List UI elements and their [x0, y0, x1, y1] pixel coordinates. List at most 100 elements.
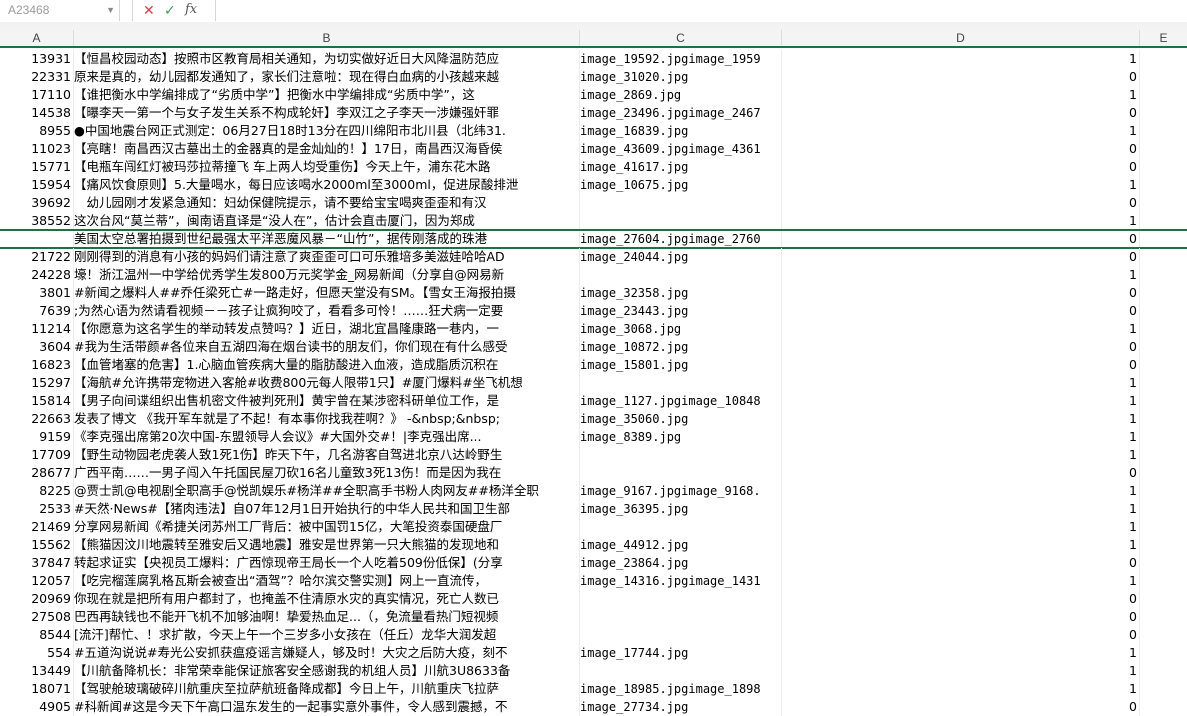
- cell-d[interactable]: 0: [782, 608, 1140, 626]
- name-box[interactable]: A23468 ▼: [0, 0, 120, 21]
- cell-a[interactable]: 13449: [0, 662, 74, 680]
- cell-d[interactable]: 0: [782, 158, 1140, 176]
- cell-d[interactable]: 1: [782, 662, 1140, 680]
- cell-e[interactable]: [1140, 500, 1187, 518]
- cell-c[interactable]: image_10872.jpg: [580, 338, 782, 356]
- cell-b[interactable]: 原来是真的，幼儿园都发通知了，家长们注意啦：现在得白血病的小孩越来越: [74, 68, 580, 86]
- cell-b[interactable]: 【亮瞎！南昌西汉古墓出土的金器真的是金灿灿的！】17日，南昌西汉海昏侯: [74, 140, 580, 158]
- table-row[interactable]: 13449 【川航备降机长：非常荣幸能保证旅客安全感谢我的机组人员】川航3U863…: [0, 662, 1187, 680]
- table-row[interactable]: 7639 ;为然心语为然请看视频－－孩子让疯狗咬了，看看多可怜！……狂犬病一定要 i…: [0, 302, 1187, 320]
- cell-d[interactable]: 1: [782, 86, 1140, 104]
- table-row[interactable]: 38552 这次台风“莫兰蒂”，闽南语直译是“没人在”，估计会直击厦门，因为郑成 1: [0, 212, 1187, 230]
- cell-b[interactable]: 《李克强出席第20次中国-东盟领导人会议》#大国外交#！|李克强出席...: [74, 428, 580, 446]
- cell-c[interactable]: [580, 266, 782, 284]
- table-row[interactable]: 2533 #天然·News#【猪肉违法】自07年12月1日开始执行的中华人民共和国…: [0, 500, 1187, 518]
- table-row[interactable]: 9159 《李克强出席第20次中国-东盟领导人会议》#大国外交#！|李克强出席..…: [0, 428, 1187, 446]
- cell-d[interactable]: 1: [782, 572, 1140, 590]
- table-row[interactable]: 37847 转起求证实【央视员工爆料：广西惊现帝王局长一个人吃着509份低保】(分…: [0, 554, 1187, 572]
- cell-a[interactable]: [0, 231, 74, 247]
- cell-b[interactable]: #新闻之爆料人##乔任梁死亡#一路走好，但愿天堂没有SM。【雪女王海报拍摄: [74, 284, 580, 302]
- cell-b[interactable]: 刚刚得到的消息有小孩的妈妈们请注意了爽歪歪可口可乐雅培多美滋娃哈哈AD: [74, 248, 580, 266]
- cell-a[interactable]: 38552: [0, 212, 74, 230]
- cell-d[interactable]: 0: [782, 302, 1140, 320]
- cell-c[interactable]: [580, 464, 782, 482]
- table-row[interactable]: 21469 分享网易新闻《希捷关闭苏州工厂背后：被中国罚15亿，大笔投资泰国硬盘厂…: [0, 518, 1187, 536]
- table-row[interactable]: 27508 巴西再缺钱也不能开飞机不加够油啊！挚爱热血足...（，免流量看热门短视…: [0, 608, 1187, 626]
- cell-c[interactable]: image_24044.jpg: [580, 248, 782, 266]
- table-row[interactable]: 28677 广西平南……一男子闯入午托国民屋刀砍16名儿童致3死13伤！而是因为我…: [0, 464, 1187, 482]
- cell-c[interactable]: [580, 518, 782, 536]
- cell-c[interactable]: image_35060.jpg: [580, 410, 782, 428]
- cell-c[interactable]: image_23496.jpgimage_2467: [580, 104, 782, 122]
- cell-a[interactable]: 3801: [0, 284, 74, 302]
- cell-a[interactable]: 4905: [0, 698, 74, 716]
- table-row[interactable]: 15954 【痛风饮食原则】5.大量喝水，每日应该喝水2000ml至3000ml，…: [0, 176, 1187, 194]
- cell-e[interactable]: [1140, 554, 1187, 572]
- table-row[interactable]: 39692 幼儿园刚才发紧急通知：妇幼保健院提示，请不要给宝宝喝爽歪歪和有汉 0: [0, 194, 1187, 212]
- cell-e[interactable]: [1140, 626, 1187, 644]
- cell-b[interactable]: #天然·News#【猪肉违法】自07年12月1日开始执行的中华人民共和国卫生部: [74, 500, 580, 518]
- table-row[interactable]: 15814 【男子向间谍组织出售机密文件被判死刑】黄宇曾在某涉密科研单位工作，是 i…: [0, 392, 1187, 410]
- table-row[interactable]: 14538 【曝李天一第一个与女子发生关系不构成轮奸】李双江之子李天一涉嫌强奸罪 i…: [0, 104, 1187, 122]
- cell-d[interactable]: 0: [782, 356, 1140, 374]
- insert-function-icon[interactable]: fx: [185, 0, 197, 20]
- cell-a[interactable]: 18071: [0, 680, 74, 698]
- cell-a[interactable]: 27508: [0, 608, 74, 626]
- cell-a[interactable]: 9159: [0, 428, 74, 446]
- cell-e[interactable]: [1140, 338, 1187, 356]
- cell-d[interactable]: 1: [782, 446, 1140, 464]
- cell-d[interactable]: 1: [782, 518, 1140, 536]
- cell-c[interactable]: image_27604.jpgimage_2760: [580, 231, 782, 247]
- cell-e[interactable]: [1140, 50, 1187, 68]
- cell-a[interactable]: 22331: [0, 68, 74, 86]
- cell-b[interactable]: 【男子向间谍组织出售机密文件被判死刑】黄宇曾在某涉密科研单位工作，是: [74, 392, 580, 410]
- cell-a[interactable]: 39692: [0, 194, 74, 212]
- cell-b[interactable]: 【恒昌校园动态】按照市区教育局相关通知，为切实做好近日大风降温防范应: [74, 50, 580, 68]
- cell-e[interactable]: [1140, 176, 1187, 194]
- cell-c[interactable]: image_32358.jpg: [580, 284, 782, 302]
- cell-d[interactable]: 0: [782, 231, 1140, 247]
- cell-d[interactable]: 0: [782, 68, 1140, 86]
- formula-input[interactable]: [216, 0, 1187, 21]
- cell-c[interactable]: image_19592.jpgimage_1959: [580, 50, 782, 68]
- cell-b[interactable]: 【海航#允许携带宠物进入客舱#收费800元每人限带1只】#厦门爆料#坐飞机想: [74, 374, 580, 392]
- cell-e[interactable]: [1140, 428, 1187, 446]
- cell-d[interactable]: 0: [782, 590, 1140, 608]
- cell-d[interactable]: 1: [782, 266, 1140, 284]
- cell-e[interactable]: [1140, 284, 1187, 302]
- cell-a[interactable]: 15814: [0, 392, 74, 410]
- cell-b[interactable]: 【野生动物园老虎袭人致1死1伤】昨天下午，几名游客自驾进北京八达岭野生: [74, 446, 580, 464]
- cell-c[interactable]: [580, 626, 782, 644]
- cell-c[interactable]: image_17744.jpg: [580, 644, 782, 662]
- cell-a[interactable]: 17110: [0, 86, 74, 104]
- cell-e[interactable]: [1140, 374, 1187, 392]
- cell-e[interactable]: [1140, 231, 1187, 247]
- table-row-selected[interactable]: 美国太空总署拍摄到世纪最强太平洋恶魔风暴－“山竹”，据传刚落成的珠港 image_…: [0, 229, 1187, 249]
- cell-e[interactable]: [1140, 572, 1187, 590]
- cell-d[interactable]: 0: [782, 194, 1140, 212]
- cell-e[interactable]: [1140, 410, 1187, 428]
- cell-a[interactable]: 13931: [0, 50, 74, 68]
- column-header-b[interactable]: B: [74, 30, 580, 46]
- cell-b[interactable]: @贾士凯@电视剧全职高手@悦凯娱乐#杨洋##全职高手书粉人肉网友##杨洋全职: [74, 482, 580, 500]
- cell-a[interactable]: 28677: [0, 464, 74, 482]
- table-row[interactable]: 554 #五道沟说说#寿光公安抓获瘟疫谣言嫌疑人，够及时！大灾之后防大疫，刻不 im…: [0, 644, 1187, 662]
- cell-e[interactable]: [1140, 662, 1187, 680]
- cell-b[interactable]: 【川航备降机长：非常荣幸能保证旅客安全感谢我的机组人员】川航3U8633备: [74, 662, 580, 680]
- cell-c[interactable]: image_16839.jpg: [580, 122, 782, 140]
- cell-a[interactable]: 3604: [0, 338, 74, 356]
- cell-d[interactable]: 0: [782, 338, 1140, 356]
- cell-b[interactable]: 【你愿意为这名学生的举动转发点赞吗？】近日，湖北宜昌隆康路一巷内，一: [74, 320, 580, 338]
- cell-a[interactable]: 12057: [0, 572, 74, 590]
- cell-b[interactable]: 分享网易新闻《希捷关闭苏州工厂背后：被中国罚15亿，大笔投资泰国硬盘厂: [74, 518, 580, 536]
- cell-a[interactable]: 15297: [0, 374, 74, 392]
- cell-b[interactable]: 壕！浙江温州一中学给优秀学生发800万元奖学金_网易新闻（分享自@网易新: [74, 266, 580, 284]
- table-row[interactable]: 17110 【谁把衡水中学编排成了“劣质中学”】把衡水中学编排成“劣质中学”，这 i…: [0, 86, 1187, 104]
- cell-d[interactable]: 0: [782, 140, 1140, 158]
- cell-c[interactable]: image_43609.jpgimage_4361: [580, 140, 782, 158]
- cell-b[interactable]: 发表了博文 《我开军车就是了不起！有本事你找我茬啊？》 -&nbsp;&nbsp…: [74, 410, 580, 428]
- cell-a[interactable]: 15771: [0, 158, 74, 176]
- cell-e[interactable]: [1140, 608, 1187, 626]
- table-row[interactable]: 22663 发表了博文 《我开军车就是了不起！有本事你找我茬啊？》 -&nbsp;…: [0, 410, 1187, 428]
- cell-b[interactable]: 【电瓶车闯红灯被玛莎拉蒂撞飞 车上两人均受重伤】今天上午，浦东花木路: [74, 158, 580, 176]
